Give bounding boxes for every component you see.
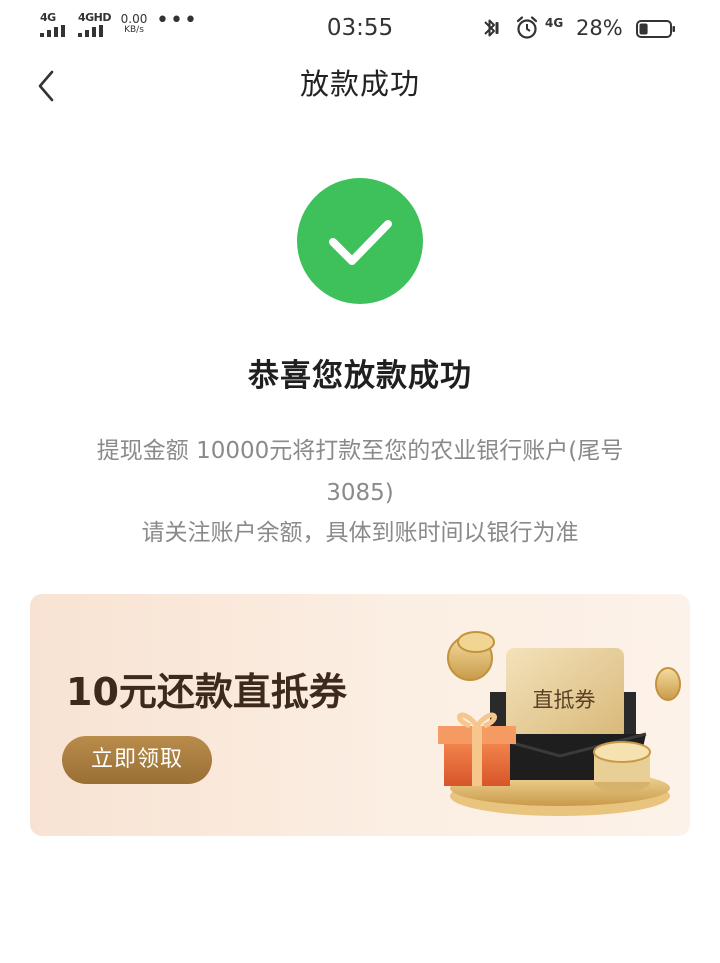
coupon-banner[interactable]: 10元还款直抵券 立即领取 直抵券	[30, 594, 690, 836]
bluetooth-icon	[484, 19, 499, 37]
status-bar: 4G 4GHD 0.00 KB/s ••• 03:55 4G 28%	[0, 0, 720, 58]
balance-notice: 请关注账户余额，具体到账时间以银行为准	[141, 520, 579, 546]
claim-now-button[interactable]: 立即领取	[62, 736, 212, 784]
account-tail-number: 3085)	[326, 480, 394, 506]
gift-coins-icon	[438, 631, 681, 816]
transfer-description: 提现金额 10000元将打款至您的农业银行账户(尾号	[96, 438, 624, 464]
alarm-clock-icon	[516, 16, 538, 39]
mobile-data-icon: 4G	[545, 16, 564, 30]
coupon-illustration: 直抵券	[410, 614, 690, 824]
page-title: 放款成功	[299, 67, 420, 101]
ticket-label: 直抵券	[532, 688, 596, 712]
coupon-title: 10元还款直抵券	[66, 670, 347, 714]
success-heading: 恭喜您放款成功	[248, 358, 472, 394]
screen: 4G 4GHD 0.00 KB/s ••• 03:55 4G 28% 放款成功 …	[0, 0, 720, 963]
battery-percent: 28%	[576, 16, 623, 40]
check-circle-icon	[297, 178, 423, 304]
battery-icon	[636, 20, 675, 38]
